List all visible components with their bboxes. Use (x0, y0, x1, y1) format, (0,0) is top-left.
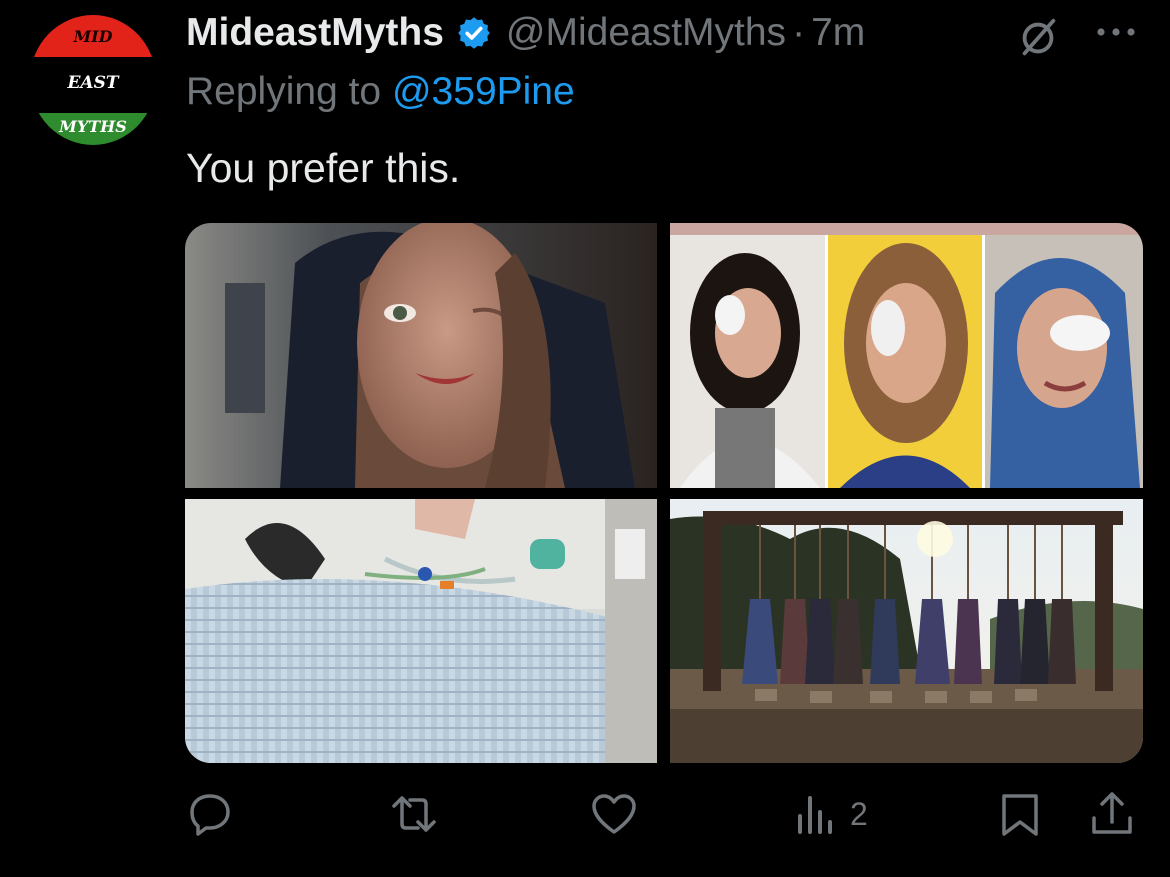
avatar[interactable]: MID EAST MYTHS (30, 15, 156, 145)
views-icon (798, 796, 832, 834)
retweet-icon (392, 796, 436, 832)
like-icon (592, 794, 636, 834)
replying-to: Replying to @359Pine (186, 70, 575, 114)
reply-button[interactable] (186, 788, 234, 840)
media-photo-2[interactable] (670, 223, 1143, 488)
verified-badge-icon (458, 17, 490, 49)
replying-to-label: Replying to (186, 70, 382, 113)
more-icon[interactable] (1094, 18, 1138, 46)
display-name[interactable]: MideastMyths (186, 11, 444, 55)
media-photo-1[interactable] (185, 223, 657, 488)
reply-icon (190, 794, 230, 836)
grok-icon[interactable] (1015, 15, 1061, 61)
avatar-text-mid: MID (73, 27, 113, 46)
views-count: 2 (850, 795, 868, 832)
retweet-button[interactable] (390, 788, 438, 840)
avatar-text-east: EAST (67, 73, 119, 93)
tweet-header: MideastMyths @MideastMyths · 7m (186, 10, 865, 56)
reply-mention-link[interactable]: @359Pine (392, 70, 575, 113)
share-icon (1092, 792, 1132, 834)
bookmark-icon (1002, 794, 1038, 836)
media-photo-3[interactable] (185, 499, 657, 763)
timestamp[interactable]: 7m (811, 11, 865, 55)
action-bar: 2 (0, 788, 1170, 840)
avatar-text-myths: MYTHS (59, 117, 127, 136)
share-button[interactable] (1088, 788, 1136, 840)
media-grid (185, 223, 1143, 763)
bookmark-button[interactable] (996, 788, 1044, 840)
tweet-text: You prefer this. (186, 145, 461, 191)
separator-dot: · (792, 11, 806, 54)
handle[interactable]: @MideastMyths (506, 11, 786, 55)
like-button[interactable] (590, 788, 638, 840)
views-button[interactable]: 2 (792, 788, 868, 840)
media-photo-4[interactable] (670, 499, 1143, 763)
